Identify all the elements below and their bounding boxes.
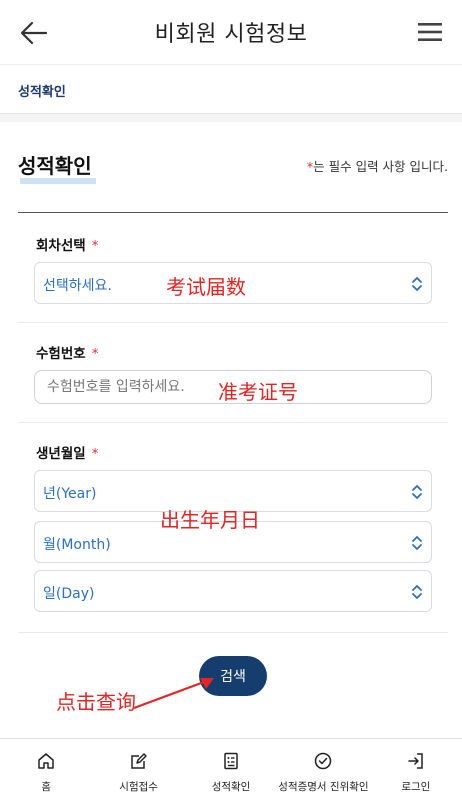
breadcrumb-current[interactable]: 성적확인 — [18, 81, 66, 100]
edit-icon — [130, 753, 147, 769]
chevron-up-down-icon — [412, 277, 422, 291]
required-note-text: 는 필수 입력 사항 입니다. — [313, 159, 448, 174]
round-label-text: 회차선택 — [36, 238, 86, 254]
breadcrumb: 성적확인 — [0, 64, 462, 114]
round-label: 회차선택 * — [36, 234, 98, 254]
nav-score-check-label: 성적확인 — [211, 781, 251, 793]
birth-month-value: 월(Month) — [43, 537, 111, 553]
section-line — [18, 212, 448, 213]
nav-home[interactable]: 홈 — [0, 739, 92, 805]
annotation-round: 考试届数 — [166, 275, 246, 299]
divider — [18, 322, 448, 323]
check-circle-icon — [315, 752, 332, 770]
page-title: 성적확인 — [18, 154, 92, 178]
required-star: * — [91, 346, 99, 362]
nav-home-label: 홈 — [41, 781, 52, 793]
birth-day-select[interactable]: 일(Day) — [34, 570, 432, 612]
birth-label: 생년월일 * — [36, 442, 98, 462]
home-icon — [38, 753, 54, 769]
hamburger-menu-icon[interactable] — [416, 20, 444, 44]
login-icon — [408, 753, 423, 769]
top-bar: 비회원 시험정보 — [0, 0, 462, 64]
exam-number-label-text: 수험번호 — [36, 346, 86, 362]
round-select-value: 선택하세요. — [43, 278, 112, 294]
exam-number-label: 수험번호 * — [36, 342, 98, 362]
nav-certificate-verify[interactable]: 성적증명서 진위확인 — [277, 739, 369, 805]
nav-certificate-verify-label: 성적증명서 진위확인 — [278, 781, 369, 793]
page-header-title: 비회원 시험정보 — [154, 22, 308, 47]
chevron-up-down-icon — [412, 585, 422, 599]
nav-exam-registration-label: 시험접수 — [119, 781, 158, 793]
nav-exam-registration[interactable]: 시험접수 — [92, 739, 184, 805]
chevron-up-down-icon — [412, 536, 422, 550]
chevron-up-down-icon — [412, 485, 422, 499]
section-gap — [0, 114, 462, 122]
divider — [18, 422, 448, 423]
birth-year-value: 년(Year) — [43, 486, 97, 502]
annotation-arrow — [133, 678, 214, 710]
nav-login[interactable]: 로그인 — [370, 739, 462, 805]
required-star: * — [91, 238, 99, 254]
bottom-nav: 홈 시험접수 성적확인 성적증명서 진위확인 로그인 — [0, 738, 462, 805]
document-list-icon — [224, 752, 238, 770]
divider — [18, 632, 448, 633]
birth-day-value: 일(Day) — [43, 586, 95, 602]
required-star: * — [91, 446, 99, 462]
nav-score-check[interactable]: 성적확인 — [185, 739, 277, 805]
required-note: *는 필수 입력 사항 입니다. — [307, 156, 448, 175]
birth-label-text: 생년월일 — [36, 446, 86, 462]
annotation-search: 点击查询 — [56, 690, 136, 714]
nav-login-label: 로그인 — [401, 781, 431, 793]
annotation-birth: 出生年月日 — [160, 508, 260, 532]
annotation-exam-number: 准考证号 — [218, 380, 298, 404]
